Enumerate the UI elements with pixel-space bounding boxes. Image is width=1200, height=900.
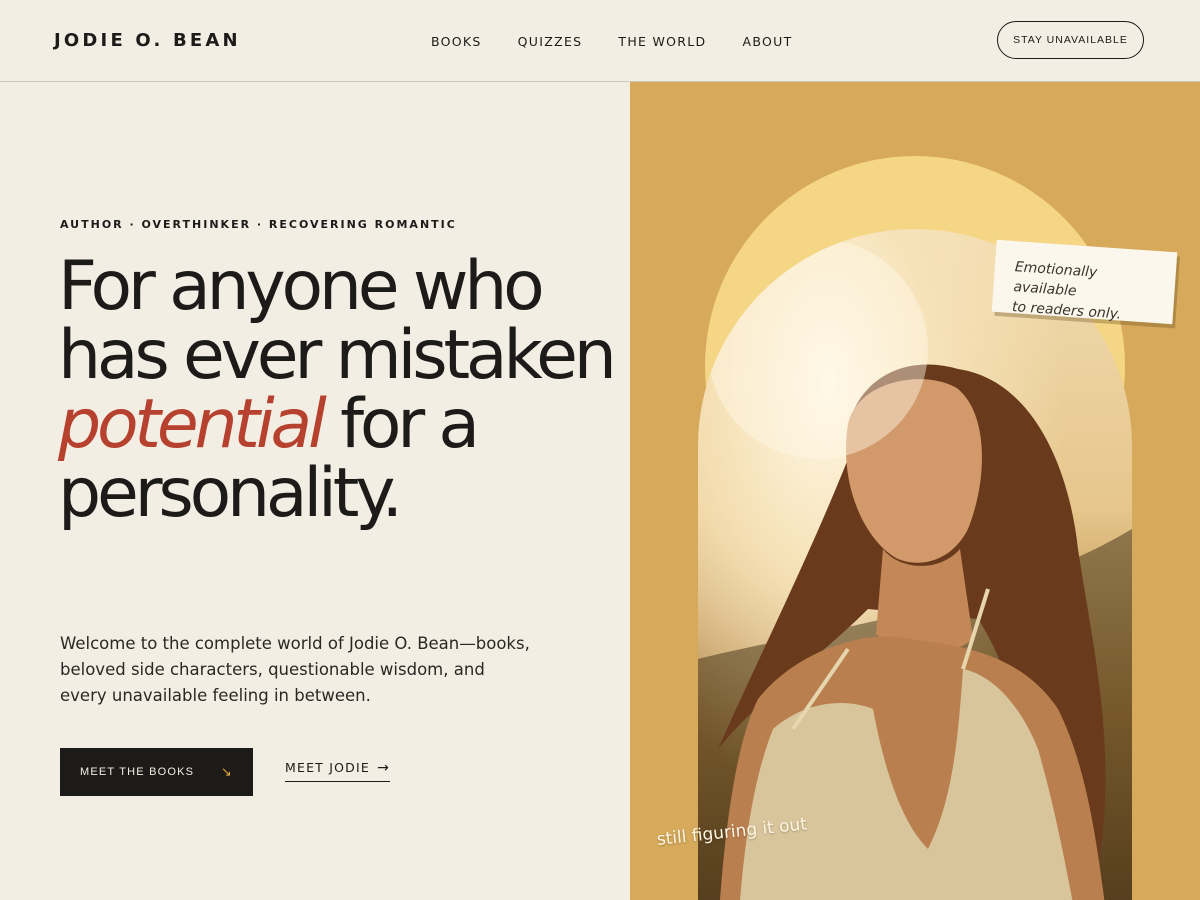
stay-unavailable-button[interactable]: STAY UNAVAILABLE — [997, 21, 1144, 59]
meet-jodie-link[interactable]: MEET JODIE → — [285, 760, 391, 782]
meet-the-books-button[interactable]: MEET THE BOOKS ↘ — [60, 748, 253, 796]
arrow-right-icon: → — [377, 760, 391, 776]
nav-item-about[interactable]: ABOUT — [743, 34, 793, 49]
hero-lede: Welcome to the complete world of Jodie O… — [60, 634, 530, 705]
meet-jodie-label: MEET JODIE — [285, 760, 370, 775]
nav-item-the-world[interactable]: THE WORLD — [618, 34, 706, 49]
main-nav: BOOKS QUIZZES THE WORLD ABOUT — [431, 34, 829, 49]
nav-item-quizzes[interactable]: QUIZZES — [518, 34, 583, 49]
site-header: JODIE O. BEAN BOOKS QUIZZES THE WORLD AB… — [0, 0, 1200, 82]
hero-visual-panel: Emotionally available to readers only. s… — [630, 82, 1200, 900]
sticky-note: Emotionally available to readers only. — [991, 239, 1178, 325]
headline-accent-word: potential — [58, 385, 327, 464]
hero-headline: For anyone who has ever mistaken potenti… — [58, 252, 618, 528]
hero-eyebrow: AUTHOR · OVERTHINKER · RECOVERING ROMANT… — [60, 218, 457, 231]
headline-text-before: For anyone who has ever mistaken — [58, 247, 617, 395]
author-portrait-photo — [698, 229, 1132, 900]
site-logo[interactable]: JODIE O. BEAN — [54, 30, 241, 51]
portrait-illustration — [698, 239, 1132, 900]
nav-item-books[interactable]: BOOKS — [431, 34, 482, 49]
arrow-down-right-icon: ↘ — [220, 764, 233, 779]
meet-the-books-label: MEET THE BOOKS — [80, 766, 195, 778]
